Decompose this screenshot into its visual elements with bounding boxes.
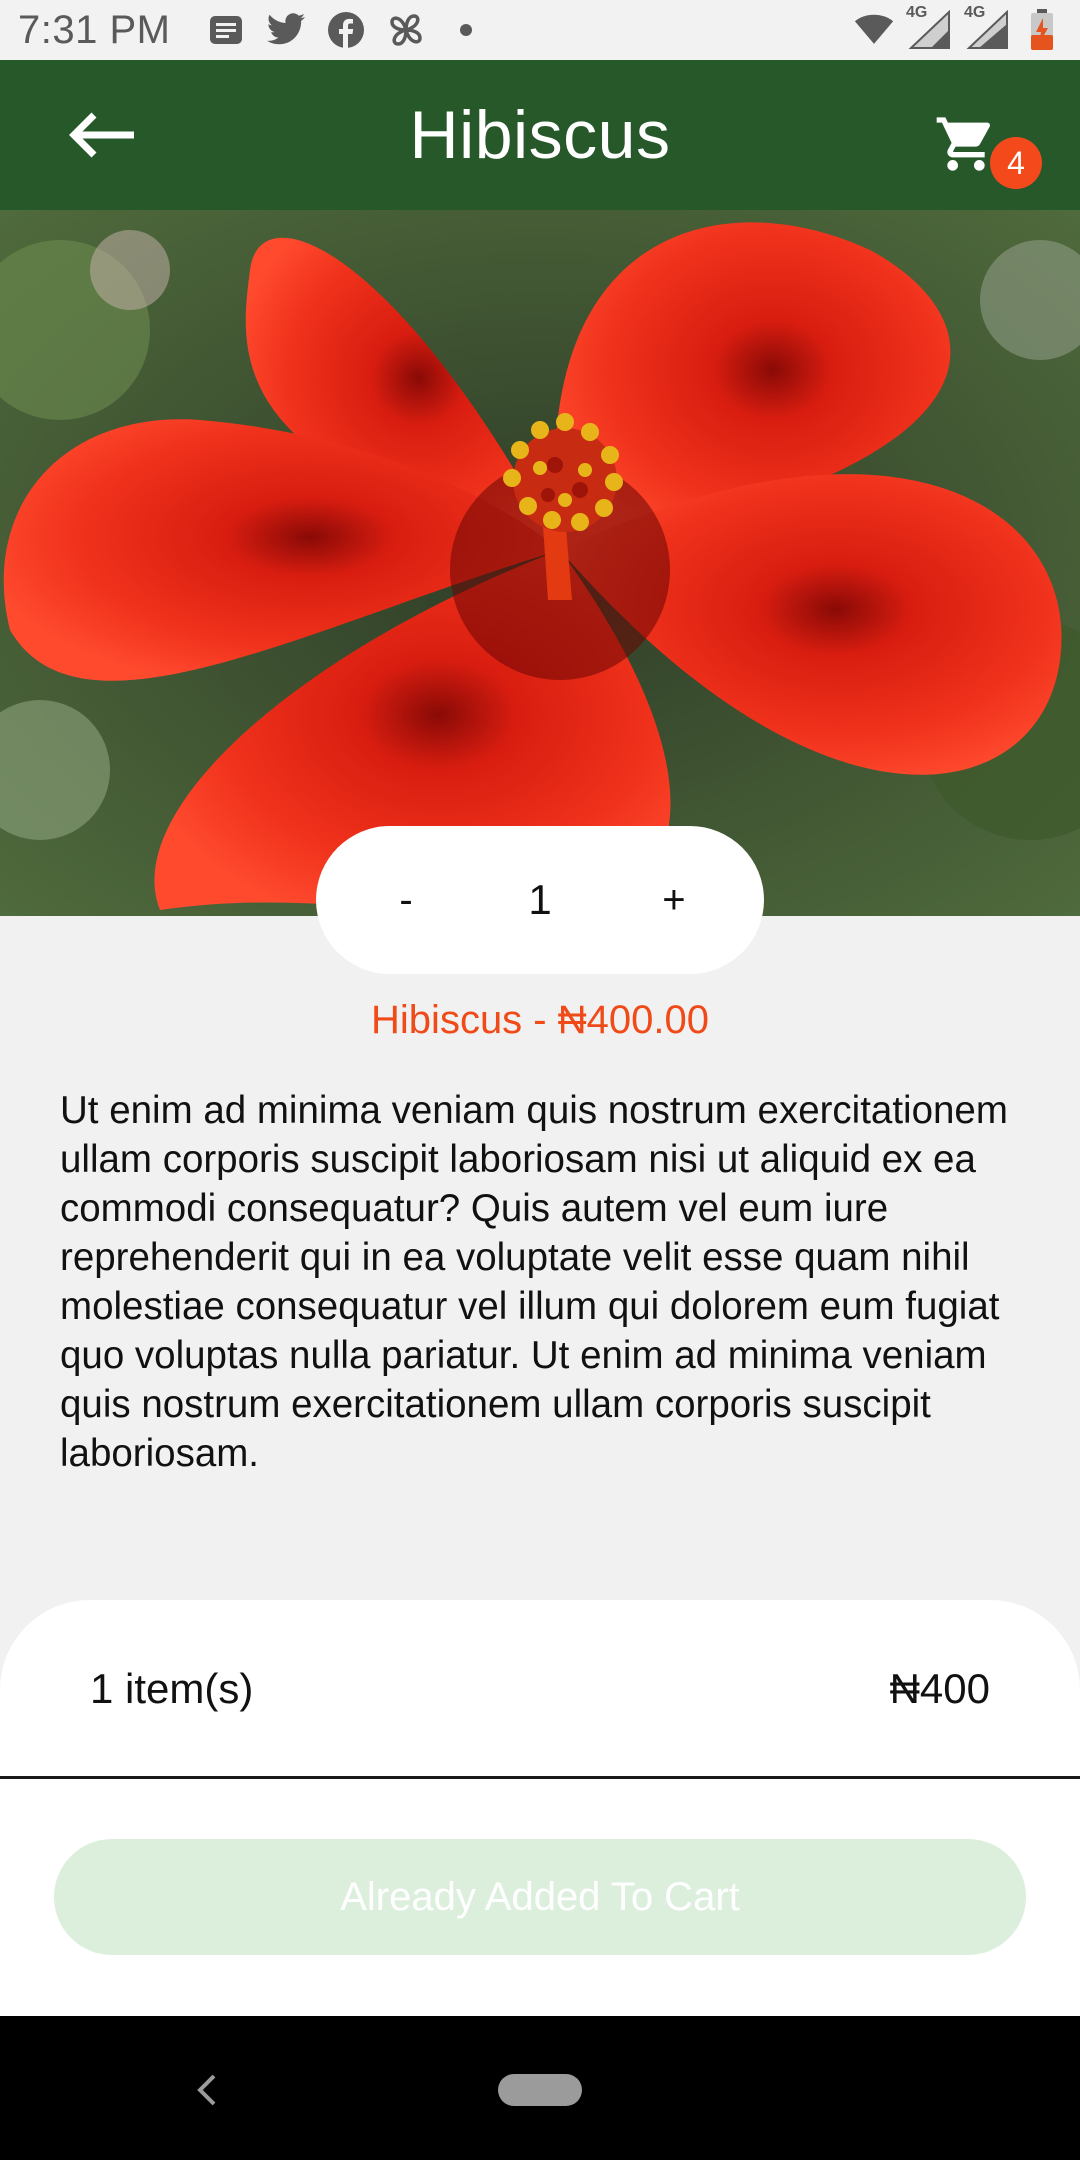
wifi-icon bbox=[854, 10, 894, 50]
items-count: 1 item(s) bbox=[90, 1665, 254, 1712]
product-image bbox=[0, 210, 1080, 916]
system-status-icons: 4G 4G bbox=[854, 4, 1062, 50]
news-icon bbox=[206, 10, 246, 50]
page-title: Hibiscus bbox=[409, 97, 671, 173]
increment-button[interactable]: + bbox=[644, 860, 704, 940]
status-time: 7:31 PM bbox=[18, 7, 171, 52]
nav-home-pill[interactable] bbox=[498, 2074, 582, 2106]
quantity-value: 1 bbox=[528, 876, 552, 923]
notification-icons bbox=[206, 10, 486, 50]
decrement-button[interactable]: - bbox=[376, 860, 436, 940]
signal-icon: 4G bbox=[906, 4, 952, 50]
battery-icon bbox=[1022, 9, 1062, 50]
network-type-label: 4G bbox=[906, 4, 928, 21]
total-amount: ₦400 bbox=[889, 1665, 990, 1712]
twitter-icon bbox=[266, 10, 306, 50]
pinwheel-icon bbox=[386, 10, 426, 50]
status-bar: 7:31 PM 4G 4G bbox=[0, 0, 1080, 60]
signal-icon: 4G bbox=[964, 4, 1010, 50]
shopping-cart-icon bbox=[936, 117, 991, 171]
quantity-stepper: - 1 + bbox=[316, 826, 764, 974]
cart-count-badge: 4 bbox=[990, 137, 1042, 189]
back-button[interactable] bbox=[62, 100, 142, 170]
dot-icon bbox=[446, 10, 486, 50]
app-bar: Hibiscus 4 bbox=[0, 60, 1080, 210]
nav-back-icon[interactable] bbox=[190, 2070, 226, 2110]
product-description: Ut enim ad minima veniam quis nostrum ex… bbox=[60, 1089, 1008, 1475]
network-type-label: 4G bbox=[964, 4, 986, 21]
product-title-price: Hibiscus - ₦400.00 bbox=[371, 998, 709, 1042]
divider bbox=[0, 1776, 1080, 1779]
facebook-icon bbox=[326, 10, 366, 50]
add-to-cart-button[interactable]: Already Added To Cart bbox=[54, 1839, 1026, 1955]
cart-summary-row: 1 item(s) ₦400 bbox=[0, 1600, 1080, 1778]
arrow-left-icon bbox=[69, 112, 134, 158]
